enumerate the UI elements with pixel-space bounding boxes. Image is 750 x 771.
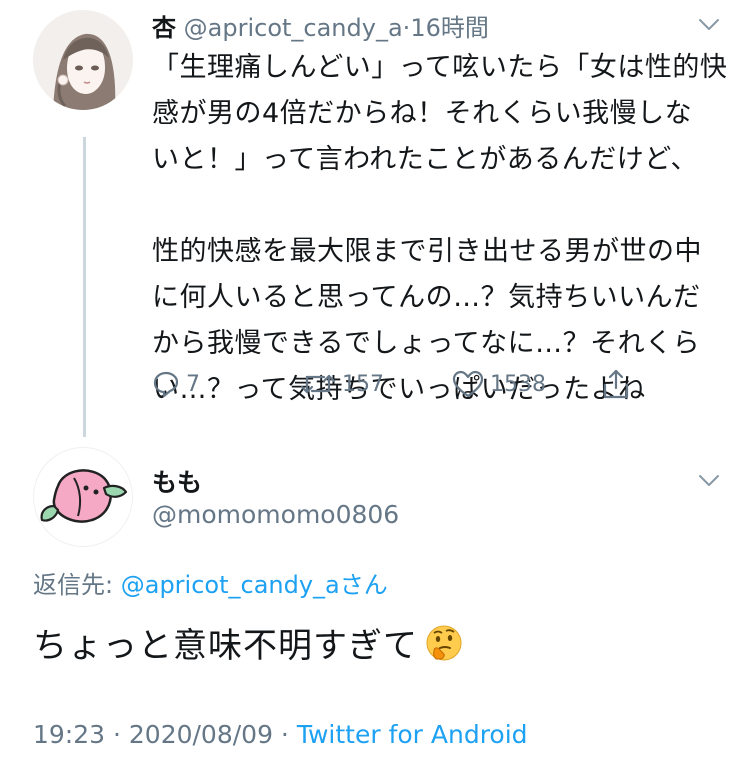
retweet-icon [300,374,336,394]
share-button[interactable] [602,368,636,400]
avatar-apricot[interactable] [33,10,133,110]
text-line-blank [152,183,732,229]
parent-display-name[interactable]: 杏 [152,14,176,42]
text-line: に何人いると思ってんの…？気持ちいいんだ [152,282,701,313]
retweet-button[interactable]: 157 [300,370,384,398]
text-line: 感が男の4倍だからね！それくらい我慢しな [152,98,693,129]
heart-icon [452,370,484,398]
reply-tweet-text: ちょっと意味不明すぎて [33,626,418,666]
reply-display-name[interactable]: もも [152,463,202,499]
reply-button[interactable]: 7 [152,370,200,398]
like-button[interactable]: 1538 [452,370,546,398]
text-line: 性的快感を最大限まで引き出せる男が世の中 [152,236,702,267]
thinking-face-icon [426,625,462,660]
tweet-source-link[interactable]: Twitter for Android [297,720,528,749]
peach-icon [40,469,128,523]
reply-to-handle-link[interactable]: @apricot_candy_aさん [121,571,388,599]
like-count: 1538 [490,371,546,397]
thread-connector-line [83,137,86,437]
parent-time[interactable]: 16時間 [410,14,489,42]
reply-timestamp-line: 19:23 · 2020/08/09 · Twitter for Android [33,720,528,749]
avatar-momo[interactable] [33,447,133,547]
parent-handle[interactable]: @apricot_candy_a [184,14,403,42]
reply-tweet-text-row: ちょっと意味不明すぎて [33,618,464,667]
text-line: から我慢できるでしょってなに…？それくら [152,328,701,359]
text-line: 「生理痛しんどい」って呟いたら「女は性的快 [152,52,728,83]
parent-actions-bar: 7 157 1538 [152,366,652,406]
reply-timestamp[interactable]: 19:23 · 2020/08/09 · [33,720,297,749]
chevron-down-icon[interactable] [698,18,720,32]
reply-handle[interactable]: @momomomo0806 [152,500,399,529]
parent-tweet-header: 杏 @apricot_candy_a·16時間 [152,8,489,43]
parent-tweet-text: 「生理痛しんどい」って呟いたら「女は性的快 感が男の4倍だからね！それくらい我慢… [152,45,732,413]
reply-to-line: 返信先: @apricot_candy_aさん [33,565,388,600]
avatar-illustration-icon [33,10,133,110]
text-line: いと！」って言われたことがあるんだけど、 [152,144,698,175]
share-icon [603,369,629,399]
reply-icon [153,371,179,398]
reply-count: 7 [186,371,200,397]
chevron-down-icon[interactable] [698,474,720,488]
reply-to-label: 返信先: [33,571,114,599]
retweet-count: 157 [342,371,384,397]
